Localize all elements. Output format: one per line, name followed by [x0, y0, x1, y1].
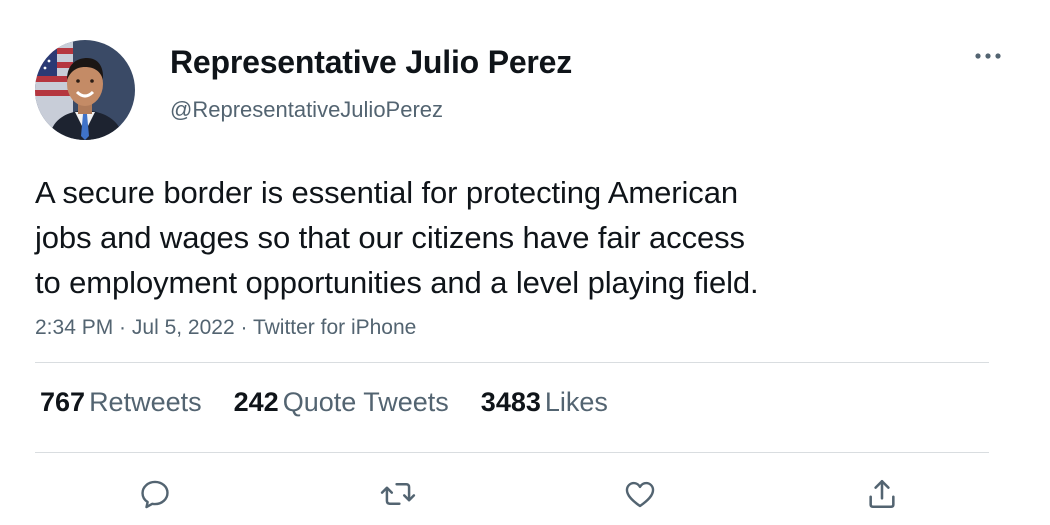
heart-icon: [625, 481, 655, 508]
tweet-time[interactable]: 2:34 PM: [35, 316, 113, 339]
retweets-count: 767: [40, 387, 86, 417]
likes-count: 3483: [480, 387, 541, 417]
user-handle[interactable]: @RepresentativeJulioPerez: [170, 97, 443, 123]
tweet-text-line: A secure border is essential for protect…: [35, 175, 738, 210]
display-name[interactable]: Representative Julio Perez: [170, 44, 572, 81]
divider: [35, 362, 989, 363]
profile-photo-icon: [35, 40, 135, 140]
reply-icon: [141, 480, 169, 509]
tweet-source[interactable]: Twitter for iPhone: [253, 316, 416, 339]
quote-tweets-stat[interactable]: 242 Quote Tweets: [234, 387, 449, 418]
more-horizontal-icon: [975, 53, 1001, 59]
reply-button[interactable]: [135, 474, 175, 514]
likes-stat[interactable]: 3483 Likes: [481, 387, 608, 418]
retweet-icon: [380, 483, 416, 505]
retweet-button[interactable]: [378, 474, 418, 514]
divider: [35, 452, 989, 453]
tweet-date[interactable]: Jul 5, 2022: [132, 316, 235, 339]
avatar[interactable]: [35, 40, 135, 140]
meta-separator: ·: [234, 316, 253, 339]
tweet-text: A secure border is essential for protect…: [35, 170, 915, 305]
tweet-meta: 2:34 PM · Jul 5, 2022 · Twitter for iPho…: [35, 316, 416, 340]
share-icon: [869, 479, 895, 509]
retweets-label: Retweets: [89, 387, 202, 417]
engagement-stats: 767 Retweets 242 Quote Tweets 3483 Likes: [40, 387, 640, 418]
tweet-detail: Representative Julio Perez @Representati…: [0, 0, 1050, 525]
tweet-text-line: to employment opportunities and a level …: [35, 265, 759, 300]
more-options-button[interactable]: [970, 46, 1006, 66]
quote-tweets-label: Quote Tweets: [282, 387, 449, 417]
tweet-text-line: jobs and wages so that our citizens have…: [35, 220, 745, 255]
meta-separator: ·: [113, 316, 132, 339]
quote-tweets-count: 242: [233, 387, 279, 417]
like-button[interactable]: [620, 474, 660, 514]
retweets-stat[interactable]: 767 Retweets: [40, 387, 202, 418]
share-button[interactable]: [862, 474, 902, 514]
likes-label: Likes: [544, 387, 608, 417]
